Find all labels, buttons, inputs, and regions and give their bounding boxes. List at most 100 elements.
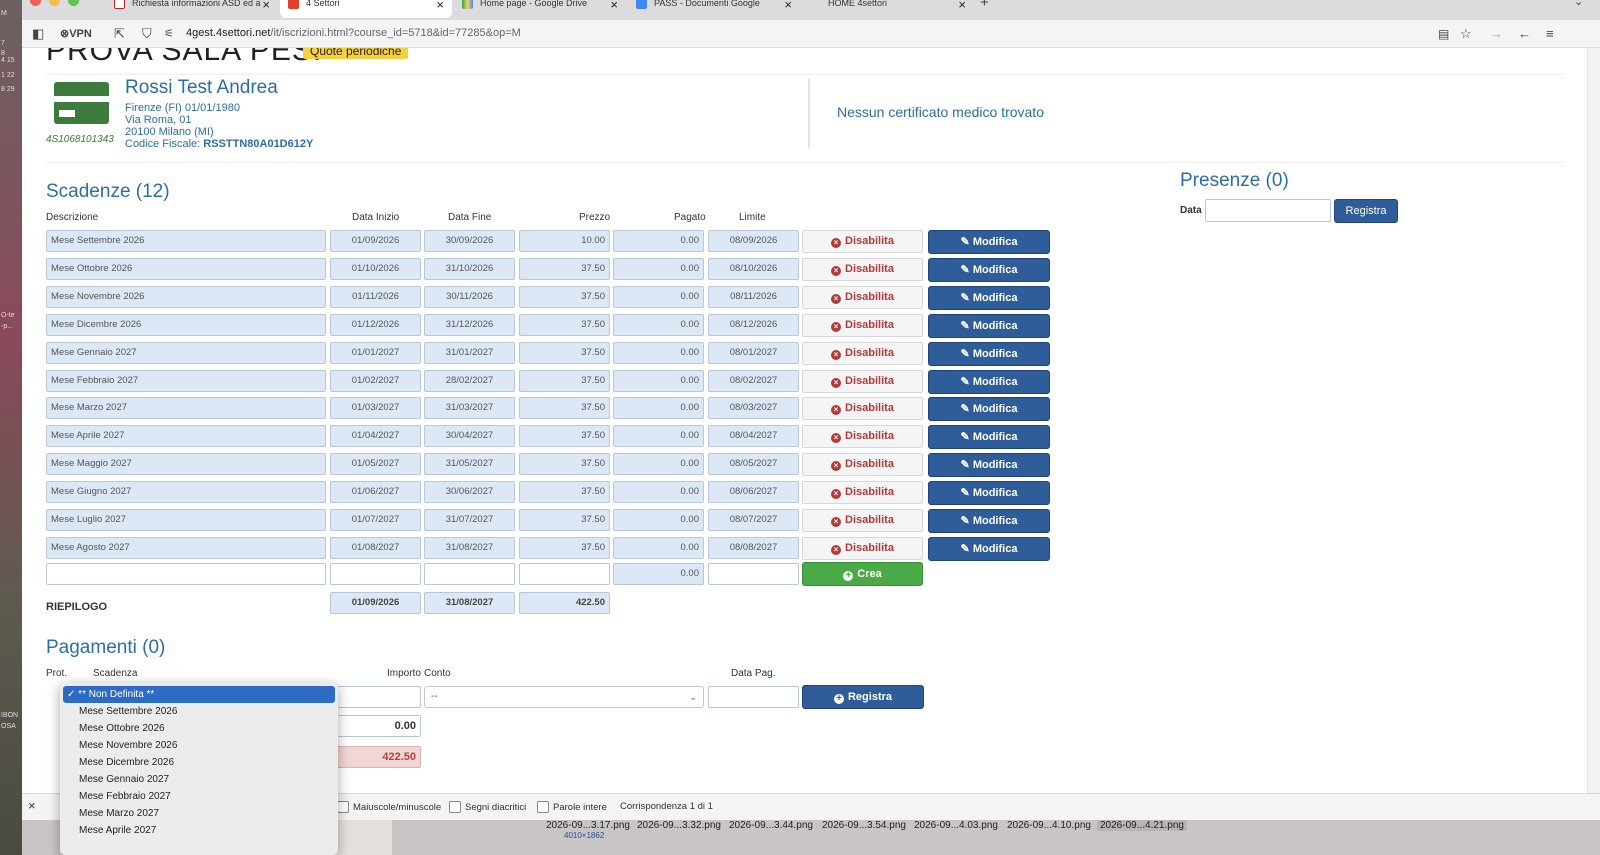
row-paid[interactable]: 0.00	[613, 481, 704, 503]
row-limit[interactable]: 08/10/2026	[708, 258, 799, 280]
tab-home-4settori[interactable]: HOME 4settori ×	[802, 0, 974, 18]
page-scrollbar[interactable]	[1587, 48, 1600, 855]
row-description[interactable]: Mese Ottobre 2026	[46, 258, 326, 280]
row-limit[interactable]: 08/09/2026	[708, 230, 799, 252]
close-window-button[interactable]	[30, 0, 41, 6]
row-limit[interactable]: 08/11/2026	[708, 286, 799, 308]
disable-button[interactable]: × Disabilita	[802, 397, 923, 420]
disable-button[interactable]: × Disabilita	[802, 425, 923, 448]
row-limit[interactable]: 08/04/2027	[708, 425, 799, 447]
row-price[interactable]: 37.50	[519, 397, 610, 419]
row-limit[interactable]: 08/07/2027	[708, 509, 799, 531]
dropdown-option[interactable]: Mese Ottobre 2026	[63, 720, 335, 737]
download-item[interactable]: 2026-09...3.32.png	[637, 820, 721, 831]
tab-google-drive[interactable]: Home page - Google Drive ×	[454, 0, 626, 18]
dropdown-option[interactable]: Mese Aprile 2027	[63, 822, 335, 839]
row-paid[interactable]: 0.00	[613, 453, 704, 475]
row-end-date[interactable]: 30/09/2026	[424, 230, 515, 252]
forward-arrow-icon[interactable]: →	[1490, 26, 1503, 42]
download-item[interactable]: 2026-09...3.54.png	[822, 820, 906, 831]
row-end-date[interactable]: 28/02/2027	[424, 370, 515, 392]
row-end-date[interactable]: 31/08/2027	[424, 537, 515, 559]
row-limit[interactable]: 08/06/2027	[708, 481, 799, 503]
row-description[interactable]: Mese Febbraio 2027	[46, 370, 326, 392]
shield-icon[interactable]: ⛉	[142, 26, 152, 42]
modify-button[interactable]: ✎ Modifica	[928, 314, 1050, 338]
disable-button[interactable]: × Disabilita	[802, 481, 923, 504]
site-settings-icon[interactable]: ⚟	[164, 26, 174, 42]
new-start-date-input[interactable]	[330, 563, 421, 585]
row-start-date[interactable]: 01/06/2027	[330, 481, 421, 503]
modify-button[interactable]: ✎ Modifica	[928, 286, 1050, 310]
tab-richiesta[interactable]: Richiesta informazioni ASD ed a ×	[106, 0, 278, 18]
row-price[interactable]: 37.50	[519, 537, 610, 559]
url-bar[interactable]: 4gest.4settori.net/it/iscrizioni.html?co…	[186, 27, 521, 39]
download-item[interactable]: 2026-09...3.17.png	[546, 820, 630, 831]
row-paid[interactable]: 0.00	[613, 397, 704, 419]
row-end-date[interactable]: 31/10/2026	[424, 258, 515, 280]
download-item[interactable]: 2026-09...4.03.png	[914, 820, 998, 831]
person-name[interactable]: Rossi Test Andrea	[125, 77, 278, 99]
modify-button[interactable]: ✎ Modifica	[928, 230, 1050, 254]
row-start-date[interactable]: 01/09/2026	[330, 230, 421, 252]
download-item[interactable]: 2026-09...3.44.png	[729, 820, 813, 831]
row-description[interactable]: Mese Luglio 2027	[46, 509, 326, 531]
close-tab-icon[interactable]: ×	[784, 0, 792, 12]
modify-button[interactable]: ✎ Modifica	[928, 537, 1050, 561]
vpn-button[interactable]: ⊗VPN	[60, 26, 92, 42]
row-price[interactable]: 37.50	[519, 509, 610, 531]
row-start-date[interactable]: 01/04/2027	[330, 425, 421, 447]
row-price[interactable]: 10.00	[519, 230, 610, 252]
row-end-date[interactable]: 31/03/2027	[424, 397, 515, 419]
row-start-date[interactable]: 01/12/2026	[330, 314, 421, 336]
new-end-date-input[interactable]	[424, 563, 515, 585]
row-limit[interactable]: 08/08/2027	[708, 537, 799, 559]
new-limit-input[interactable]	[708, 563, 799, 585]
modify-button[interactable]: ✎ Modifica	[928, 397, 1050, 421]
row-price[interactable]: 37.50	[519, 314, 610, 336]
row-description[interactable]: Mese Marzo 2027	[46, 397, 326, 419]
sidebar-toggle-icon[interactable]: ◧	[32, 26, 44, 42]
close-tab-icon[interactable]: ×	[262, 0, 270, 12]
row-price[interactable]: 37.50	[519, 258, 610, 280]
dropdown-option[interactable]: Mese Febbraio 2027	[63, 788, 335, 805]
pagamenti-register-button[interactable]: + Registra	[802, 685, 924, 709]
disable-button[interactable]: × Disabilita	[802, 286, 923, 309]
row-price[interactable]: 37.50	[519, 286, 610, 308]
download-item[interactable]: 2026-09...4.21.png	[1097, 820, 1187, 831]
row-limit[interactable]: 08/12/2026	[708, 314, 799, 336]
disable-button[interactable]: × Disabilita	[802, 230, 923, 253]
row-price[interactable]: 37.50	[519, 425, 610, 447]
row-start-date[interactable]: 01/10/2026	[330, 258, 421, 280]
row-description[interactable]: Mese Maggio 2027	[46, 453, 326, 475]
menu-icon[interactable]: ≡	[1546, 26, 1554, 42]
share-icon[interactable]: ⇱	[114, 26, 125, 42]
dropdown-option[interactable]: Mese Dicembre 2026	[63, 754, 335, 771]
dropdown-option[interactable]: Mese Settembre 2026	[63, 703, 335, 720]
modify-button[interactable]: ✎ Modifica	[928, 258, 1050, 282]
row-limit[interactable]: 08/01/2027	[708, 342, 799, 364]
importo-input[interactable]	[330, 686, 421, 708]
row-start-date[interactable]: 01/07/2027	[330, 509, 421, 531]
disable-button[interactable]: × Disabilita	[802, 509, 923, 532]
row-description[interactable]: Mese Giugno 2027	[46, 481, 326, 503]
row-price[interactable]: 37.50	[519, 342, 610, 364]
diacritics-checkbox[interactable]: Segni diacritici	[449, 801, 526, 813]
close-tab-icon[interactable]: ×	[436, 0, 444, 12]
row-description[interactable]: Mese Aprile 2027	[46, 425, 326, 447]
modify-button[interactable]: ✎ Modifica	[928, 453, 1050, 477]
close-tab-icon[interactable]: ×	[958, 0, 966, 12]
row-end-date[interactable]: 30/04/2027	[424, 425, 515, 447]
row-start-date[interactable]: 01/08/2027	[330, 537, 421, 559]
row-description[interactable]: Mese Dicembre 2026	[46, 314, 326, 336]
back-arrow-icon[interactable]: ←	[1518, 26, 1531, 42]
conto-select[interactable]: -- ⌄	[424, 686, 704, 708]
disable-button[interactable]: × Disabilita	[802, 314, 923, 337]
row-limit[interactable]: 08/05/2027	[708, 453, 799, 475]
dropdown-option[interactable]: Mese Marzo 2027	[63, 805, 335, 822]
modify-button[interactable]: ✎ Modifica	[928, 481, 1050, 505]
presenze-date-input[interactable]	[1205, 199, 1331, 222]
download-item[interactable]: 2026-09...4.10.png	[1007, 820, 1091, 831]
row-start-date[interactable]: 01/11/2026	[330, 286, 421, 308]
row-end-date[interactable]: 31/07/2027	[424, 509, 515, 531]
